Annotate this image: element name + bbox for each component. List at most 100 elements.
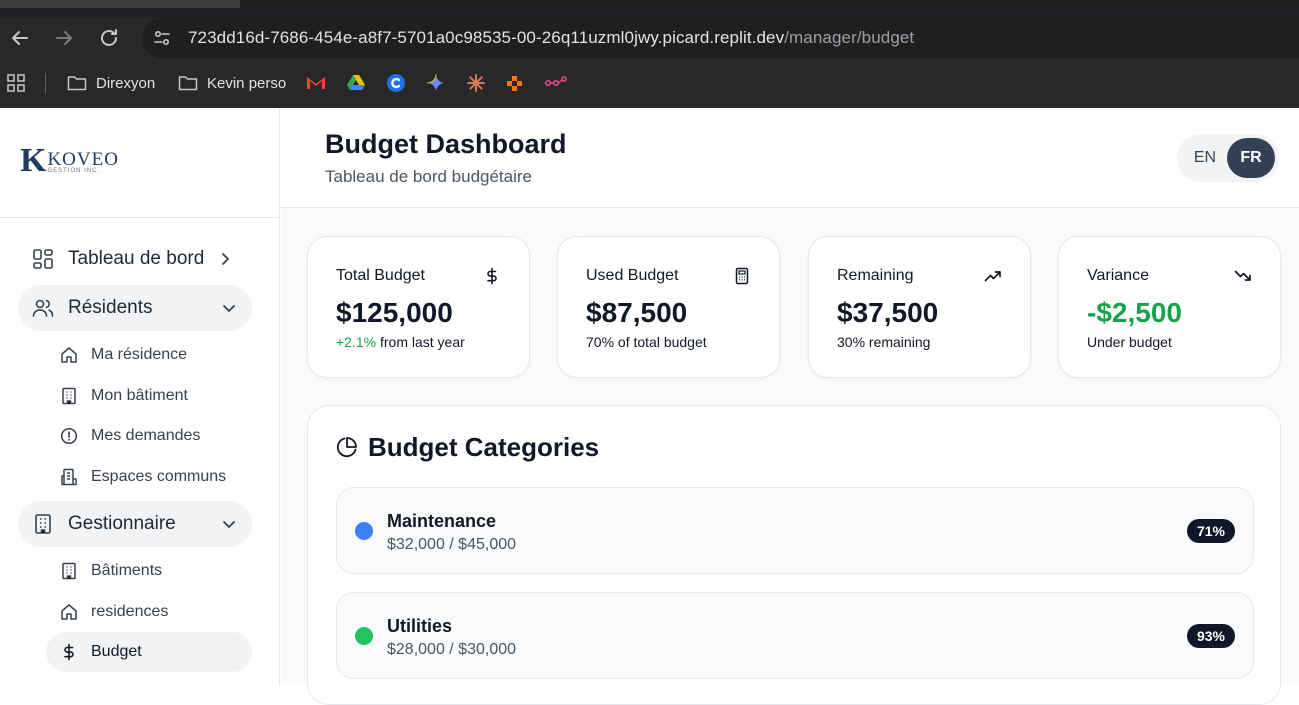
sidebar-item-batiments[interactable]: Bâtiments	[46, 551, 252, 591]
logo-k-mark: K	[20, 142, 47, 179]
gmail-icon[interactable]	[306, 72, 326, 94]
address-bar[interactable]: 723dd16d-7686-454e-a8f7-5701a0c98535-00-…	[142, 18, 1299, 58]
sidebar-item-budget[interactable]: Budget	[46, 632, 252, 672]
sidebar-item-label: Ma résidence	[91, 346, 188, 363]
sidebar-item-dashboard[interactable]: Tableau de bord	[18, 236, 252, 282]
card-note-change: +2.1%	[336, 334, 377, 350]
category-amount: $28,000 / $30,000	[387, 641, 517, 658]
card-note: 70% of total budget	[586, 334, 707, 350]
claude-icon[interactable]	[466, 72, 486, 94]
sidebar-item-label: Budget	[91, 643, 142, 660]
sidebar-item-mon-batiment[interactable]: Mon bâtiment	[46, 376, 252, 416]
forward-icon[interactable]	[52, 26, 76, 50]
folder-icon	[178, 73, 198, 93]
panel-title: Budget Categories	[368, 432, 600, 462]
budget-categories-panel: Budget Categories Maintenance $32,000 / …	[307, 405, 1281, 705]
card-title: Variance	[1087, 267, 1149, 284]
bookmarks-bar: Direxyon Kevin perso	[0, 58, 1299, 108]
sidebar-group-gestionnaire[interactable]: Gestionnaire	[18, 501, 252, 547]
app-icon-orange[interactable]	[506, 72, 524, 94]
card-title: Total Budget	[336, 267, 425, 284]
category-color-dot	[355, 522, 373, 540]
trending-down-icon	[1234, 267, 1252, 285]
dollar-icon	[483, 267, 501, 285]
tab-strip-fill	[240, 0, 1299, 8]
card-title: Used Budget	[586, 267, 679, 284]
browser-toolbar: 723dd16d-7686-454e-a8f7-5701a0c98535-00-…	[0, 18, 1299, 58]
site-info-icon[interactable]	[152, 28, 172, 48]
sidebar-item-label: Tableau de bord	[68, 248, 205, 269]
google-drive-icon[interactable]	[346, 72, 366, 94]
koveo-logo[interactable]: K KOVEO GESTION INC.	[20, 142, 119, 179]
url-path: /manager/budget	[784, 28, 915, 47]
sidebar-group-label: Gestionnaire	[68, 513, 176, 534]
sidebar-group-residents[interactable]: Résidents	[18, 285, 252, 331]
bookmark-label: Direxyon	[96, 74, 156, 92]
chevron-right-icon	[216, 250, 234, 268]
calculator-icon	[733, 267, 751, 285]
c-app-icon[interactable]	[386, 72, 406, 94]
lang-fr-button[interactable]: FR	[1227, 138, 1275, 178]
stat-card-used-budget: Used Budget $87,500 70% of total budget	[557, 236, 780, 378]
building-icon	[60, 387, 78, 405]
category-percent-badge: 71%	[1186, 519, 1235, 543]
card-note: 30% remaining	[837, 334, 931, 350]
chevron-down-icon	[220, 515, 238, 533]
sidebar-group-label: Résidents	[68, 297, 153, 318]
card-value: $125,000	[336, 297, 453, 328]
language-toggle: EN FR	[1177, 134, 1279, 182]
sidebar-item-espaces-communs[interactable]: Espaces communs	[46, 457, 252, 497]
card-title: Remaining	[837, 267, 914, 284]
building-icon	[60, 562, 78, 580]
bookmark-direxyon[interactable]: Direxyon	[67, 72, 155, 94]
card-value: $37,500	[837, 297, 939, 328]
browser-tab-strip	[0, 0, 1299, 18]
sidebar-item-mes-demandes[interactable]: Mes demandes	[46, 416, 252, 456]
flow-icon[interactable]	[545, 72, 567, 94]
stat-card-variance: Variance -$2,500 Under budget	[1058, 236, 1281, 378]
apps-grid-icon[interactable]	[6, 72, 26, 94]
stat-card-total-budget: Total Budget $125,000 +2.1% from last ye…	[307, 236, 530, 378]
sidebar-item-label: Espaces communs	[91, 468, 227, 485]
bookmark-kevin-perso[interactable]: Kevin perso	[178, 72, 286, 94]
chevron-down-icon	[220, 299, 238, 317]
pie-chart-icon	[336, 436, 358, 458]
reload-icon[interactable]	[97, 26, 121, 50]
bookmark-label: Kevin perso	[207, 74, 287, 92]
sidebar-item-residences[interactable]: residences	[46, 592, 252, 632]
home-icon	[60, 603, 78, 621]
dashboard-icon	[32, 248, 54, 270]
folder-icon	[67, 73, 87, 93]
logo-area: K KOVEO GESTION INC.	[0, 108, 279, 218]
category-name: Maintenance	[387, 511, 497, 531]
sidebar: K KOVEO GESTION INC. Tableau de bord Rés…	[0, 108, 280, 685]
category-row-maintenance[interactable]: Maintenance $32,000 / $45,000 71%	[336, 487, 1254, 574]
main-content: Budget Dashboard Tableau de bord budgéta…	[281, 108, 1299, 705]
card-value: -$2,500	[1087, 297, 1182, 328]
card-value: $87,500	[586, 297, 688, 328]
category-name: Utilities	[387, 616, 453, 636]
sidebar-item-label: residences	[91, 603, 169, 620]
logo-wordmark: KOVEO GESTION INC.	[47, 146, 119, 175]
card-note: +2.1% from last year	[336, 334, 465, 350]
url-host: 723dd16d-7686-454e-a8f7-5701a0c98535-00-…	[188, 28, 785, 47]
stat-card-remaining: Remaining $37,500 30% remaining	[808, 236, 1031, 378]
page-subtitle: Tableau de bord budgétaire	[325, 167, 532, 186]
dollar-icon	[60, 643, 78, 661]
sidebar-item-ma-residence[interactable]: Ma résidence	[46, 335, 252, 375]
building-icon	[32, 513, 54, 535]
category-color-dot	[355, 627, 373, 645]
sidebar-item-label: Mes demandes	[91, 427, 201, 444]
sidebar-item-label: Bâtiments	[91, 562, 163, 579]
home-icon	[60, 346, 78, 364]
gemini-icon[interactable]	[426, 72, 446, 94]
category-row-utilities[interactable]: Utilities $28,000 / $30,000 93%	[336, 592, 1254, 679]
back-icon[interactable]	[8, 26, 32, 50]
trending-up-icon	[984, 267, 1002, 285]
users-icon	[32, 297, 54, 319]
card-note-text: from last year	[376, 334, 465, 350]
logo-brand: KOVEO	[47, 149, 119, 170]
category-percent-badge: 93%	[1186, 624, 1235, 648]
alert-circle-icon	[60, 427, 78, 445]
lang-en-button[interactable]: EN	[1181, 138, 1229, 178]
